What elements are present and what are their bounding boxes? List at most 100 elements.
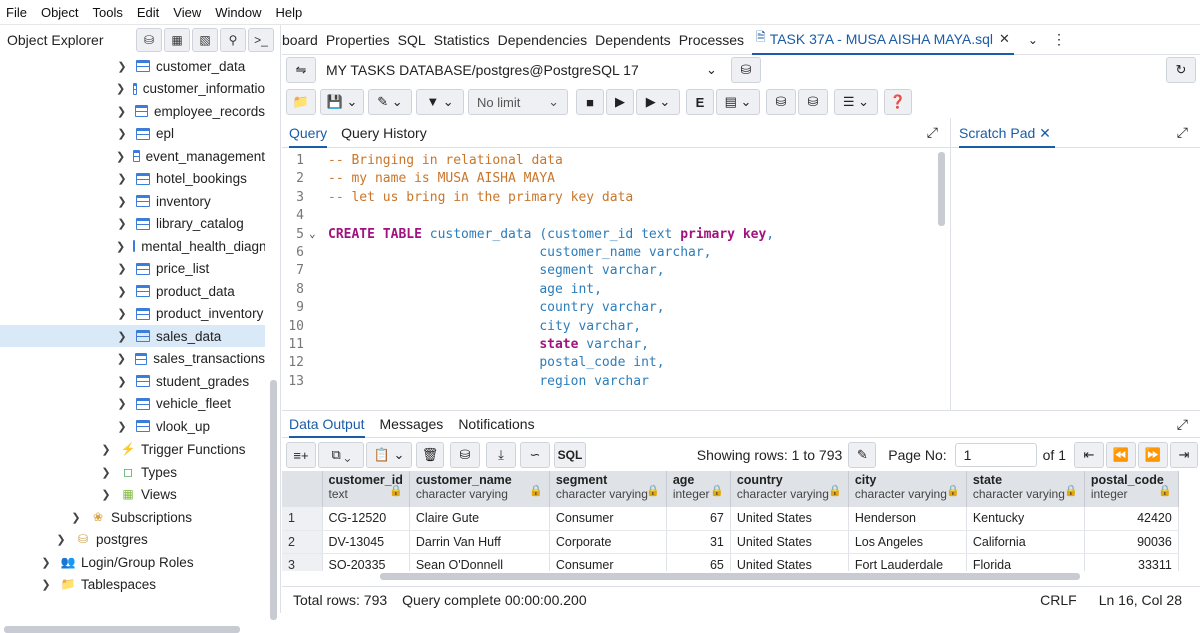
column-header[interactable]: country character varying 🔒 <box>730 471 849 507</box>
menu-window[interactable]: Window <box>215 5 261 20</box>
scratch-pad-body[interactable] <box>950 148 1200 410</box>
column-header[interactable]: city character varying 🔒 <box>848 471 967 507</box>
tree-group-item[interactable]: ❯ ❀ Subscriptions <box>0 506 265 528</box>
chevron-right-icon[interactable]: ❯ <box>116 172 128 185</box>
table-cell[interactable]: Consumer <box>549 507 667 531</box>
tree-group-item[interactable]: ❯ ⚡ Trigger Functions <box>0 438 265 460</box>
macros-icon[interactable]: ☰ ⌄ <box>834 89 878 115</box>
rollback-icon[interactable]: ⛁ <box>798 89 828 115</box>
table-cell[interactable]: Corporate <box>549 530 667 554</box>
table-cell[interactable]: Fort Lauderdale <box>848 553 967 571</box>
tree-table-item[interactable]: ❯ product_data <box>0 280 265 302</box>
tree-table-item[interactable]: ❯ customer_informatio <box>0 78 265 100</box>
chevron-right-icon[interactable]: ❯ <box>116 240 125 253</box>
tree-group-item[interactable]: ❯ ▦ Views <box>0 483 265 505</box>
sql-icon[interactable]: SQL <box>554 442 586 468</box>
tree-group-item[interactable]: ❯ ⛁ postgres <box>0 528 265 550</box>
open-file-icon[interactable]: 📁 <box>286 89 316 115</box>
table-cell[interactable]: United States <box>730 507 849 531</box>
table-cell[interactable]: 67 <box>666 507 731 531</box>
tab-query[interactable]: Query <box>289 118 328 148</box>
paste-icon[interactable]: 📋 ⌄ <box>366 442 412 468</box>
tree-group-item[interactable]: ❯ 📁 Tablespaces <box>0 573 265 595</box>
database-icon[interactable]: ⛁ <box>136 28 162 52</box>
help-icon[interactable]: ❓ <box>884 89 912 115</box>
tree-table-item[interactable]: ❯ vlook_up <box>0 415 265 437</box>
tab-properties[interactable]: Properties <box>326 32 390 48</box>
tree-group-item[interactable]: ❯ 👥 Login/Group Roles <box>0 551 265 573</box>
tree-table-item[interactable]: ❯ event_management <box>0 145 265 167</box>
table-cell[interactable]: SO-20335 <box>322 553 410 571</box>
chevron-right-icon[interactable]: ❯ <box>116 307 128 320</box>
editor-scrollbar[interactable] <box>938 152 945 226</box>
chevron-right-icon[interactable]: ❯ <box>116 195 128 208</box>
download-icon[interactable]: ⤓ <box>486 442 516 468</box>
tree-table-item[interactable]: ❯ library_catalog <box>0 213 265 235</box>
table-cell[interactable]: Sean O'Donnell <box>409 553 550 571</box>
page-no-input[interactable]: 1 <box>954 443 1037 467</box>
terminal-icon[interactable]: >_ <box>248 28 274 52</box>
close-icon[interactable]: ✕ <box>1039 125 1051 141</box>
table-cell[interactable]: 33311 <box>1084 553 1179 571</box>
chevron-right-icon[interactable]: ❯ <box>116 330 128 343</box>
save-icon[interactable]: 💾 ⌄ <box>320 89 364 115</box>
tab-sql[interactable]: SQL <box>398 32 426 48</box>
tab-dashboard[interactable]: board <box>282 32 318 48</box>
explain-icon[interactable]: E <box>686 89 714 115</box>
chevron-right-icon[interactable]: ❯ <box>116 285 128 298</box>
explain-analyze-icon[interactable]: ▤ ⌄ <box>716 89 760 115</box>
table-cell[interactable]: Kentucky <box>966 507 1085 531</box>
filter-icon[interactable]: ▼ ⌄ <box>416 89 464 115</box>
table-cell[interactable]: California <box>966 530 1085 554</box>
table-cell[interactable]: United States <box>730 553 849 571</box>
tab-dependencies[interactable]: Dependencies <box>498 32 588 48</box>
menu-edit[interactable]: Edit <box>137 5 159 20</box>
connection-label[interactable]: MY TASKS DATABASE/postgres@PostgreSQL 17 <box>326 62 706 78</box>
expand-icon[interactable]: ⤢ <box>1177 124 1188 141</box>
menu-help[interactable]: Help <box>276 5 303 20</box>
limit-select[interactable]: No limit ⌄ <box>468 89 568 115</box>
tab-query-history[interactable]: Query History <box>341 125 427 141</box>
execute-icon[interactable]: ▶ <box>606 89 634 115</box>
tree-table-item[interactable]: ❯ sales_data <box>0 325 265 347</box>
chevron-right-icon[interactable]: ❯ <box>116 127 128 140</box>
table-cell[interactable]: Florida <box>966 553 1085 571</box>
chevron-right-icon[interactable]: ❯ <box>100 443 112 456</box>
table-cell[interactable]: DV-13045 <box>322 530 410 554</box>
chevron-right-icon[interactable]: ❯ <box>116 397 128 410</box>
table-cell[interactable]: Consumer <box>549 553 667 571</box>
table-row[interactable]: 3 SO-20335 Sean O'Donnell Consumer 65 United … <box>282 553 1179 571</box>
tree-table-item[interactable]: ❯ price_list <box>0 258 265 280</box>
fold-chevron-icon[interactable]: ⌄ <box>309 227 316 240</box>
chevron-down-icon[interactable]: ⌄ <box>1028 33 1038 47</box>
chevron-right-icon[interactable]: ❯ <box>70 511 82 524</box>
tab-statistics[interactable]: Statistics <box>434 32 490 48</box>
menu-file[interactable]: File <box>6 5 27 20</box>
column-header[interactable]: postal_code integer 🔒 <box>1084 471 1179 507</box>
search-icon[interactable]: ⚲ <box>220 28 246 52</box>
table-cell[interactable]: United States <box>730 530 849 554</box>
graph-icon[interactable]: ∽ <box>520 442 550 468</box>
column-header[interactable]: customer_id text 🔒 <box>322 471 410 507</box>
close-icon[interactable]: ✕ <box>999 31 1010 47</box>
chevron-right-icon[interactable]: ❯ <box>100 488 112 501</box>
tree-horizontal-scrollbar[interactable] <box>4 626 240 633</box>
execute-options-icon[interactable]: ▶ ⌄ <box>636 89 680 115</box>
tab-dependents[interactable]: Dependents <box>595 32 671 48</box>
edit-pencil-icon[interactable]: ✎ <box>848 442 877 468</box>
chevron-right-icon[interactable]: ❯ <box>116 420 128 433</box>
tree-group-item[interactable]: ❯ ◻ Types <box>0 461 265 483</box>
chevron-right-icon[interactable]: ❯ <box>40 578 52 591</box>
column-header[interactable]: customer_name character varying 🔒 <box>409 471 550 507</box>
save-data-icon[interactable]: ⛁ <box>450 442 480 468</box>
tree-table-item[interactable]: ❯ mental_health_diagno <box>0 235 265 257</box>
tab-messages[interactable]: Messages <box>380 416 444 432</box>
menu-tools[interactable]: Tools <box>93 5 123 20</box>
expand-icon[interactable]: ⤢ <box>1177 416 1188 433</box>
tree-table-item[interactable]: ❯ employee_records <box>0 100 265 122</box>
commit-icon[interactable]: ⛁ <box>766 89 796 115</box>
chevron-right-icon[interactable]: ❯ <box>116 150 125 163</box>
refresh-icon[interactable]: ↻ <box>1166 57 1196 83</box>
tab-processes[interactable]: Processes <box>679 32 744 48</box>
tree-table-item[interactable]: ❯ sales_transactions <box>0 348 265 370</box>
